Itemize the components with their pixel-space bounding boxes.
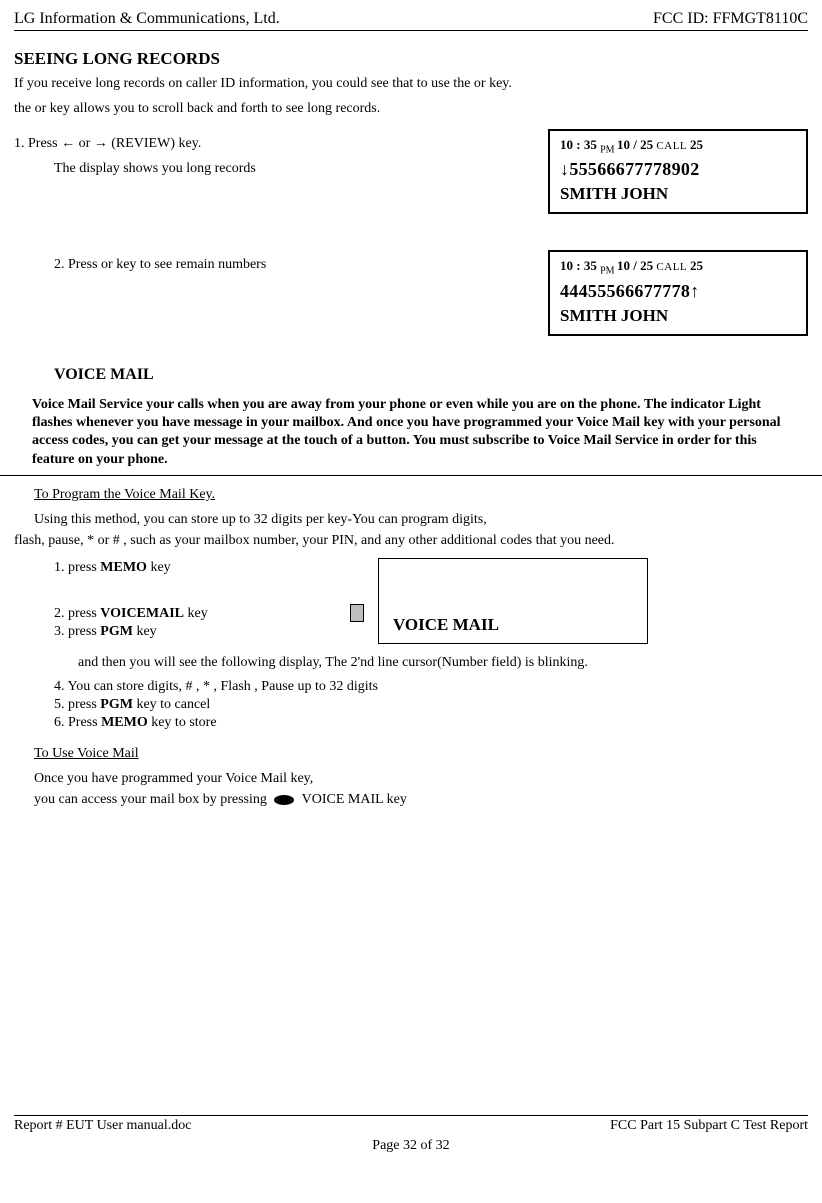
up-arrow-icon: ↑ — [690, 281, 699, 301]
step3-key: PGM — [100, 624, 133, 639]
footer-page-number: Page 32 of 32 — [0, 1138, 822, 1154]
lcd2-name: SMITH JOHN — [560, 306, 796, 326]
step6-suffix: key to store — [148, 715, 217, 730]
section-title-seeing-long-records: SEEING LONG RECORDS — [14, 49, 808, 69]
step2-key: VOICEMAIL — [100, 606, 184, 621]
left-arrow-icon: ← — [61, 136, 75, 151]
lcd2-callnum: 25 — [690, 258, 703, 273]
use-p2-prefix: you can access your mail box by pressing — [34, 792, 270, 807]
lcd2-number: 44455566677778 — [560, 281, 690, 301]
step2-line: 2. Press or key to see remain numbers — [54, 256, 518, 275]
voice-mail-title: VOICE MAIL — [54, 366, 808, 384]
step-6: 6. Press MEMO key to store — [54, 715, 808, 731]
lcd1-number: 55566677778902 — [569, 159, 699, 179]
lcd1-name: SMITH JOHN — [560, 184, 796, 204]
step6-prefix: 6. Press — [54, 715, 101, 730]
step2-suffix-text: key — [184, 606, 208, 621]
use-p2: you can access your mail box by pressing… — [34, 791, 808, 810]
step-1: 1. press MEMO key — [54, 560, 354, 576]
step3-suffix-text: key — [133, 624, 157, 639]
intro-line-2: the or key allows you to scroll back and… — [14, 100, 808, 119]
step1-text-col: 1. Press ← or → (REVIEW) key. The displa… — [14, 129, 518, 185]
step5-suffix: key to cancel — [133, 697, 210, 712]
footer-right: FCC Part 15 Subpart C Test Report — [610, 1118, 808, 1134]
program-steps-row: 1. press MEMO key 2. press VOICEMAIL key… — [54, 558, 808, 644]
voice-mail-description: Voice Mail Service your calls when you a… — [32, 396, 790, 469]
ellipse-button-icon — [274, 795, 294, 805]
lcd-display-1: 10 : 35 PM 10 / 25 CALL 25 ↓555666777789… — [548, 129, 808, 215]
fcc-id: FCC ID: FFMGT8110C — [653, 10, 808, 28]
step1-line: 1. Press ← or → (REVIEW) key. — [14, 135, 518, 154]
lcd2-line2: 44455566677778↑ — [560, 281, 796, 302]
step2-row: 2. Press or key to see remain numbers 10… — [14, 250, 808, 336]
lcd1-callnum: 25 — [690, 137, 703, 152]
step1-prefix-text: 1. press — [54, 560, 100, 575]
step2-text-col: 2. Press or key to see remain numbers — [14, 250, 518, 281]
step1-suffix-text: key — [147, 560, 171, 575]
page-header: LG Information & Communications, Ltd. FC… — [14, 10, 808, 31]
step5-prefix: 5. press — [54, 697, 100, 712]
step1-prefix: 1. Press — [14, 136, 61, 151]
lcd1-line2: ↓55566677778902 — [560, 159, 796, 180]
lcd-small-label: VOICE MAIL — [393, 615, 499, 635]
company-name: LG Information & Communications, Ltd. — [14, 10, 280, 28]
after-step-note: and then you will see the following disp… — [78, 654, 808, 673]
footer-left: Report # EUT User manual.doc — [14, 1118, 191, 1134]
use-p1: Once you have programmed your Voice Mail… — [34, 770, 808, 789]
lcd1-call-label: CALL — [653, 140, 690, 152]
lcd1-date: 10 / 25 — [617, 137, 653, 152]
right-arrow-icon: → — [94, 136, 108, 151]
lcd1-pm: PM — [600, 144, 617, 155]
divider — [0, 475, 822, 476]
steps-column: 1. press MEMO key 2. press VOICEMAIL key… — [54, 558, 354, 642]
use-p2-suffix: VOICE MAIL key — [302, 792, 407, 807]
down-arrow-icon: ↓ — [560, 159, 569, 179]
page: LG Information & Communications, Ltd. FC… — [0, 0, 822, 1160]
lcd2-line1: 10 : 35 PM 10 / 25 CALL 25 — [560, 258, 796, 277]
lcd1-line1: 10 : 35 PM 10 / 25 CALL 25 — [560, 137, 796, 156]
step1-key: MEMO — [100, 560, 147, 575]
program-intro-2: flash, pause, * or # , such as your mail… — [34, 532, 808, 551]
lcd2-call-label: CALL — [653, 261, 690, 273]
step3-prefix-text: 3. press — [54, 624, 100, 639]
step2-prefix-text: 2. press — [54, 606, 100, 621]
step-2: 2. press VOICEMAIL key — [54, 606, 354, 622]
program-voice-mail-title: To Program the Voice Mail Key. — [34, 486, 808, 505]
step1-desc: The display shows you long records — [54, 160, 518, 179]
step1-or: or — [79, 136, 94, 151]
step6-key: MEMO — [101, 715, 148, 730]
cursor-square-icon — [350, 604, 364, 622]
lcd2-pm: PM — [600, 266, 617, 277]
lcd2-time: 10 : 35 — [560, 258, 600, 273]
lcd2-date: 10 / 25 — [617, 258, 653, 273]
step-5: 5. press PGM key to cancel — [54, 697, 808, 713]
lcd-small-display: VOICE MAIL — [378, 558, 648, 644]
step-4: 4. You can store digits, # , * , Flash ,… — [54, 679, 808, 695]
lcd-small-wrapper: VOICE MAIL — [378, 558, 648, 644]
step1-suffix: (REVIEW) key. — [111, 136, 201, 151]
lcd1-time: 10 : 35 — [560, 137, 600, 152]
intro-line-1: If you receive long records on caller ID… — [14, 75, 808, 94]
use-voice-mail-title: To Use Voice Mail — [34, 745, 808, 764]
step5-key: PGM — [100, 697, 133, 712]
program-intro-1: Using this method, you can store up to 3… — [34, 511, 808, 530]
program-intro-2-text: flash, pause, * or # , such as your mail… — [14, 533, 615, 548]
step1-row: 1. Press ← or → (REVIEW) key. The displa… — [14, 129, 808, 215]
page-footer: Report # EUT User manual.doc FCC Part 15… — [14, 1115, 808, 1134]
step-3: 3. press PGM key — [54, 624, 354, 640]
lcd-display-2: 10 : 35 PM 10 / 25 CALL 25 4445556667777… — [548, 250, 808, 336]
